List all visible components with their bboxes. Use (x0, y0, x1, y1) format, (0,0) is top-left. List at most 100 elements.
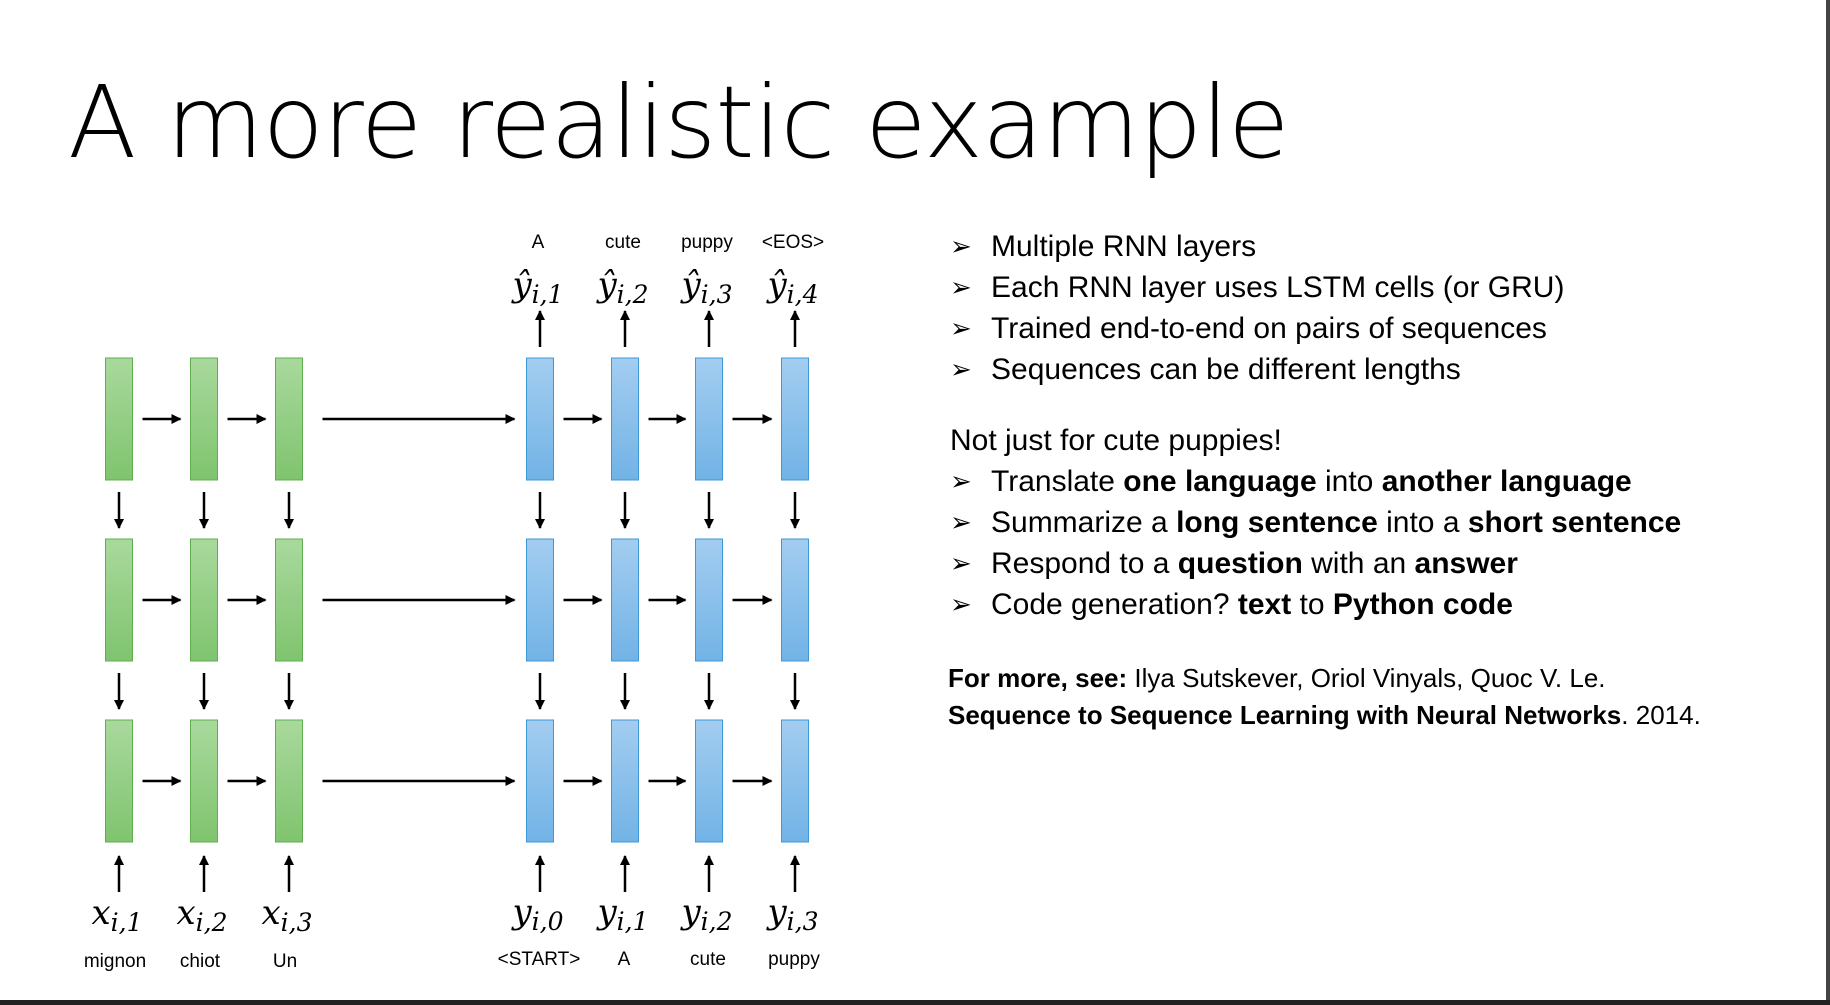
decoder-cell (526, 538, 554, 662)
encoder-input-label: xi,2 (176, 893, 227, 937)
bullet-panel: ➢ Multiple RNN layers ➢ Each RNN layer uses… (950, 226, 1800, 625)
arrowhead-bullet-icon: ➢ (950, 548, 972, 578)
bullet-emphasis: another language (1381, 464, 1632, 498)
encoder-input-label-subscript: i,1 (111, 908, 143, 937)
bullet-text: Trained end-to-end on pairs of sequences (991, 311, 1547, 345)
encoder-cell (275, 357, 303, 481)
bullet-emphasis: text (1237, 587, 1292, 621)
encoder-cell (105, 357, 133, 481)
encoder-input-label-subscript: i,2 (196, 908, 228, 937)
decoder-output-label: ŷi,4 (765, 265, 818, 309)
bullet-emphasis: one language (1123, 464, 1317, 498)
decoder-output-label-symbol: ŷ (595, 265, 617, 305)
bullet-text: into a (1377, 505, 1468, 539)
decoder-cell (695, 538, 723, 662)
encoder-cell (105, 719, 133, 843)
decoder-output-word: A (532, 232, 545, 253)
decoder-output-label-subscript: i,3 (701, 280, 733, 309)
decoder-input-label: yi,2 (679, 892, 732, 936)
bullet-text: to (1291, 587, 1333, 621)
feature-bullet-item: ➢ Trained end-to-end on pairs of sequence… (950, 308, 1800, 349)
encoder-cell (105, 538, 133, 662)
slide-title: A more realistic example (68, 64, 1290, 181)
feature-bullet-item: ➢ Each RNN layer uses LSTM cells (or GRU) (950, 267, 1800, 308)
decoder-input-label-subscript: i,0 (532, 907, 564, 936)
encoder-cell (190, 719, 218, 843)
decoder-cell (781, 538, 809, 662)
decoder-input-label: yi,3 (765, 892, 818, 936)
bullet-emphasis: long sentence (1176, 505, 1378, 539)
use-bullet-item: ➢ Summarize a long sentence into a short … (950, 502, 1800, 543)
arrowhead-bullet-icon: ➢ (950, 313, 972, 343)
decoder-input-label-symbol: y (510, 892, 532, 932)
encoder-input-label: xi,3 (261, 893, 312, 937)
bullet-text: Translate (991, 464, 1124, 498)
bullet-text: Code generation? (991, 587, 1238, 621)
bullet-emphasis: Python code (1332, 587, 1513, 621)
decoder-input-word: cute (690, 949, 726, 970)
decoder-output-label-symbol: ŷ (510, 265, 532, 305)
decoder-cell (611, 538, 639, 662)
bullet-text: Summarize a (991, 505, 1177, 539)
decoder-input-label: yi,1 (595, 892, 648, 936)
decoder-input-label-symbol: y (679, 892, 701, 932)
seq2seq-diagram: xi,1mignonxi,2chiotxi,3Unyi,0<START>yi,1… (84, 232, 824, 972)
bullet-text: Each RNN layer uses LSTM cells (or GRU) (991, 270, 1565, 304)
decoder-output-word: puppy (681, 232, 733, 253)
decoder-cell (695, 357, 723, 481)
arrowhead-bullet-icon: ➢ (950, 507, 972, 537)
decoder-input-label: yi,0 (510, 892, 563, 936)
use-bullet-item: ➢ Translate one language into another lan… (950, 461, 1800, 502)
bullet-text: into (1316, 464, 1382, 498)
arrowhead-bullet-icon: ➢ (950, 466, 972, 496)
decoder-cell (611, 719, 639, 843)
encoder-cell (275, 719, 303, 843)
decoder-cell (781, 719, 809, 843)
decoder-cell (526, 719, 554, 843)
decoder-cell (611, 357, 639, 481)
reference-paper-title: Sequence to Sequence Learning with Neura… (948, 700, 1622, 730)
encoder-input-word: mignon (84, 951, 146, 972)
reference-authors: Ilya Sutskever, Oriol Vinyals, Quoc V. L… (1127, 663, 1606, 693)
bullet-emphasis: short sentence (1467, 505, 1682, 539)
encoder-cell (190, 538, 218, 662)
bottom-bar (0, 1000, 1830, 1005)
encoder-input-word: chiot (180, 951, 221, 972)
decoder-input-word: <START> (498, 949, 581, 970)
arrowhead-bullet-icon: ➢ (950, 272, 972, 302)
decoder-cell (695, 719, 723, 843)
decoder-output-label: ŷi,3 (679, 265, 732, 309)
decoder-input-label-subscript: i,2 (701, 907, 733, 936)
reference-label: For more, see: (948, 663, 1128, 693)
encoder-input-label-symbol: x (261, 893, 280, 933)
decoder-cell (526, 357, 554, 481)
decoder-input-label-symbol: y (765, 892, 787, 932)
reference-line-1: For more, see: Ilya Sutskever, Oriol Vin… (948, 660, 1701, 697)
encoder-input-label-subscript: i,3 (281, 908, 313, 937)
encoder-input-label-symbol: x (176, 893, 195, 933)
reference-citation: For more, see: Ilya Sutskever, Oriol Vin… (948, 660, 1701, 734)
encoder-input-word: Un (273, 951, 297, 972)
reference-line-2: Sequence to Sequence Learning with Neura… (948, 697, 1701, 734)
use-bullet-item: ➢ Respond to a question with an answer (950, 543, 1800, 584)
use-bullet-item: ➢ Code generation? text to Python code (950, 584, 1800, 625)
arrowhead-bullet-icon: ➢ (950, 589, 972, 619)
decoder-cell (781, 357, 809, 481)
bullet-emphasis: question (1177, 546, 1303, 580)
slide: A more realistic example xi,1 mignon xi,2 c… (0, 0, 1830, 1005)
decoder-output-label-subscript: i,2 (617, 280, 649, 309)
decoder-output-label-symbol: ŷ (679, 265, 701, 305)
decoder-input-label-subscript: i,3 (787, 907, 819, 936)
bullet-text: with an (1302, 546, 1415, 580)
bullet-text: Respond to a (991, 546, 1178, 580)
decoder-output-word: <EOS> (762, 232, 824, 253)
encoder-input-label: xi,1 (91, 893, 142, 937)
bullet-emphasis: answer (1414, 546, 1518, 580)
arrowhead-bullet-icon: ➢ (950, 231, 972, 261)
decoder-input-word: puppy (768, 949, 820, 970)
bullet-text: Sequences can be different lengths (991, 352, 1461, 386)
decoder-output-label-subscript: i,4 (787, 280, 819, 309)
encoder-cell (190, 357, 218, 481)
decoder-input-label-subscript: i,1 (617, 907, 649, 936)
bullet-list-uses: ➢ Translate one language into another lan… (950, 461, 1800, 625)
